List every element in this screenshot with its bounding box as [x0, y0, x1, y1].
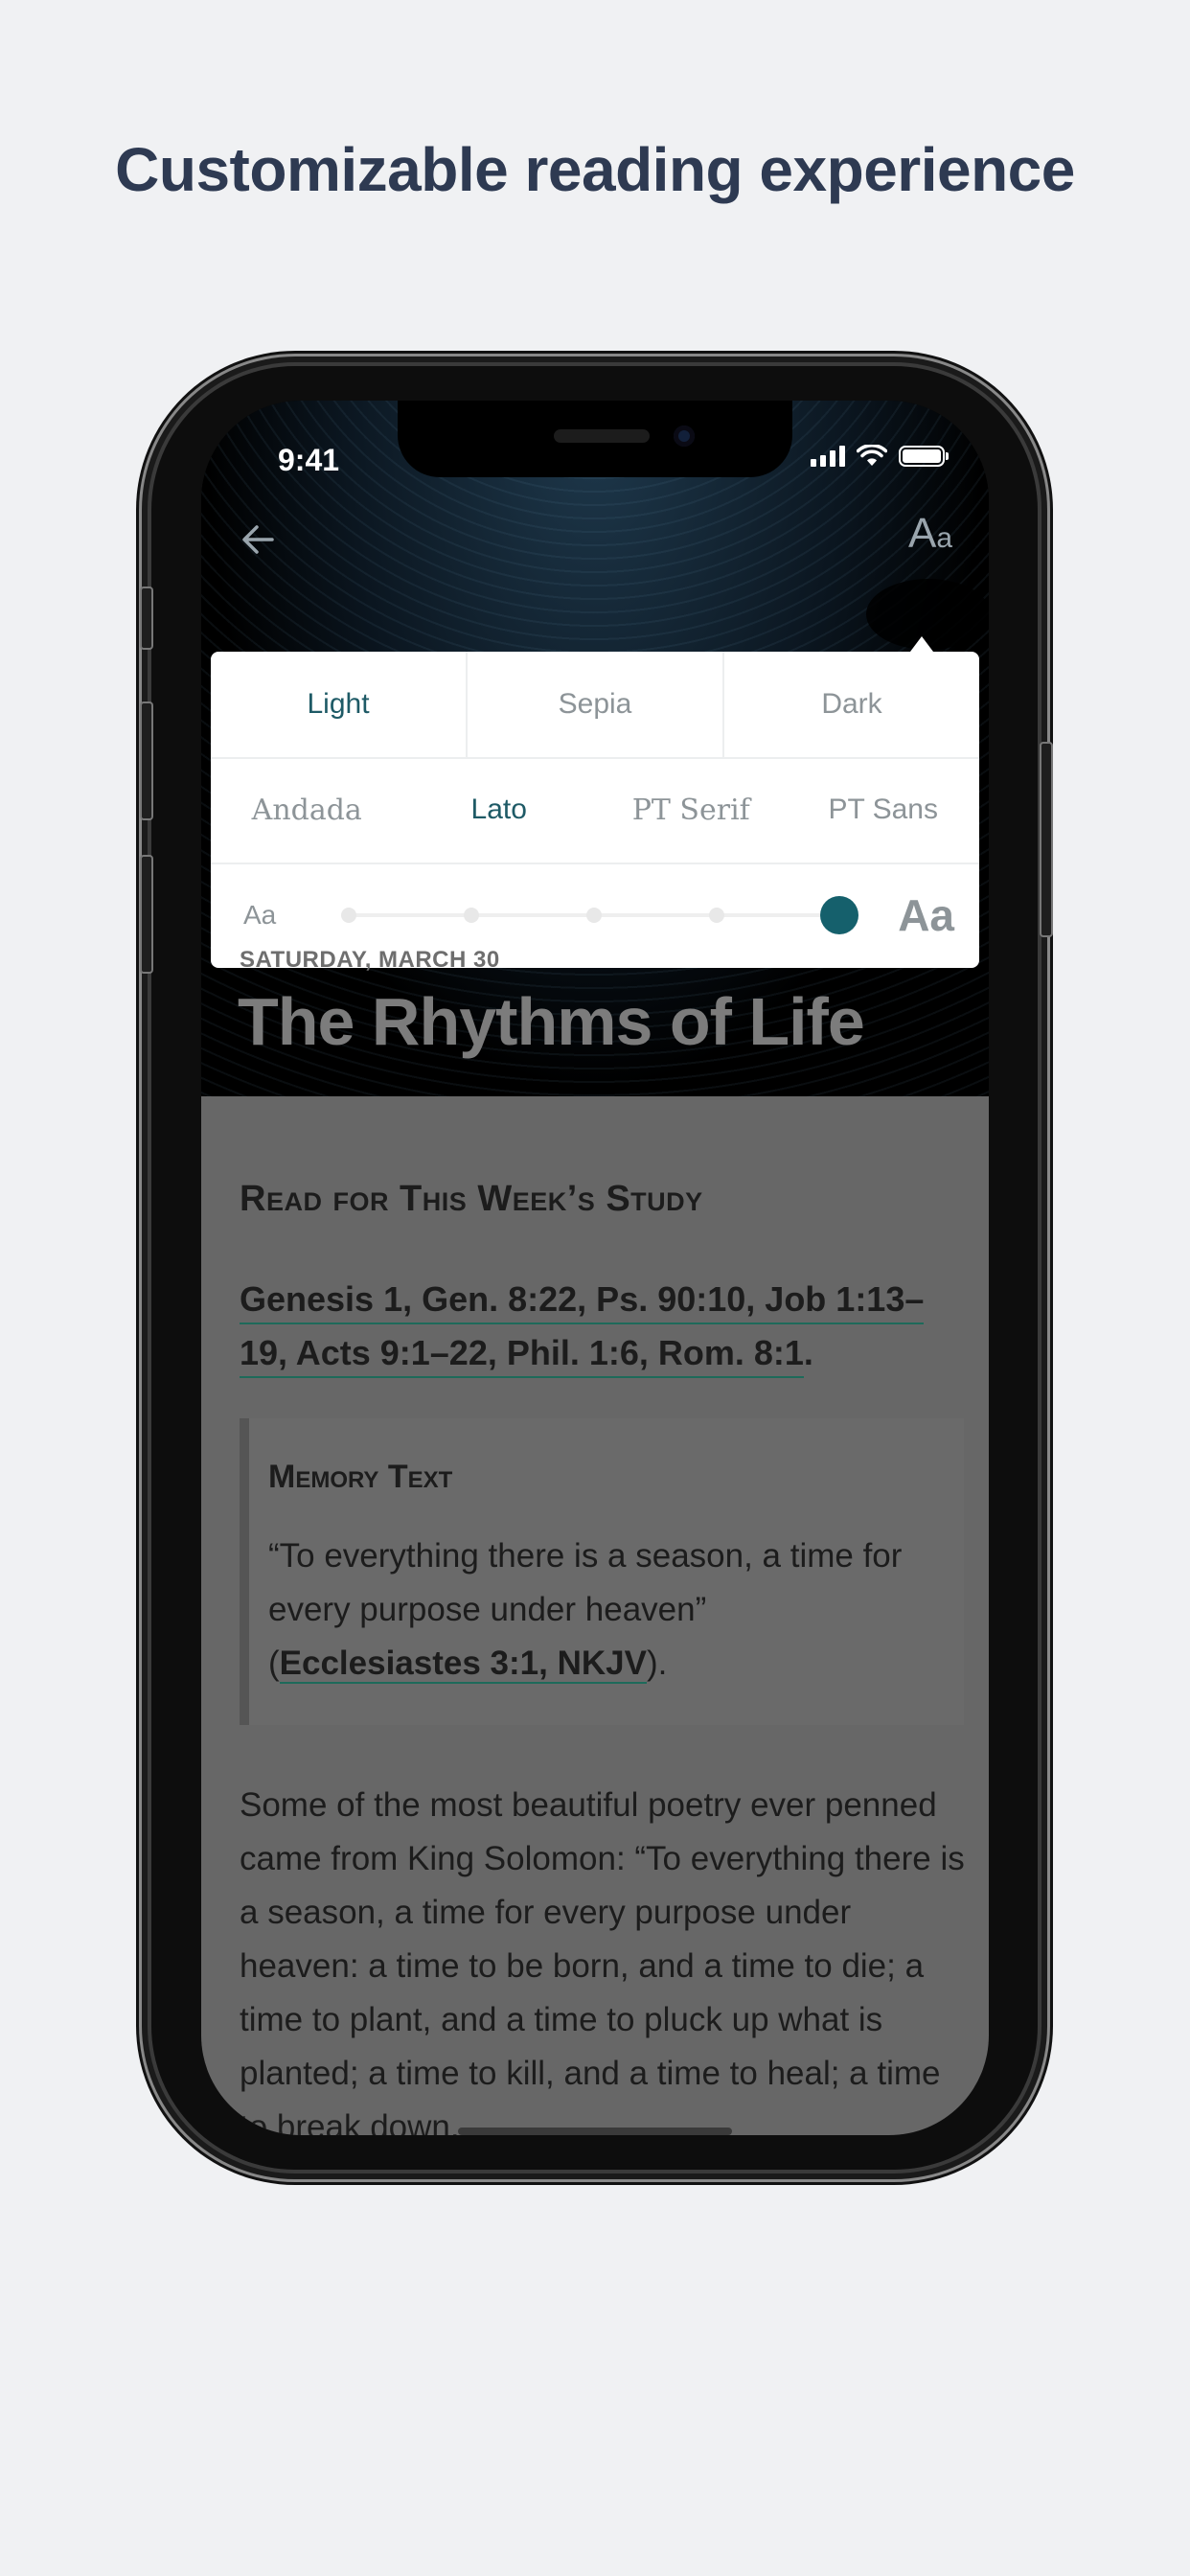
memory-quote: “To everything there is a season, a time… [268, 1537, 903, 1628]
font-andada-option[interactable]: Andada [211, 794, 403, 827]
lesson-body-text: Some of the most beautiful poetry ever p… [240, 1786, 965, 2135]
reading-settings-panel: Light Sepia Dark Andada Lato PT Serif PT… [211, 652, 979, 968]
volume-down-button [140, 855, 153, 974]
back-arrow-icon[interactable] [234, 516, 282, 564]
font-lato-option[interactable]: Lato [403, 794, 596, 826]
memory-text-quote: “To everything there is a season, a time… [268, 1530, 920, 1690]
popover-caret [910, 636, 933, 652]
font-button-large-letter: A [907, 510, 937, 557]
font-settings-button[interactable]: Aa [908, 510, 952, 558]
theme-dark-option[interactable]: Dark [722, 652, 979, 757]
font-pt-sans-option[interactable]: PT Sans [788, 794, 980, 826]
theme-selector: Light Sepia Dark [211, 652, 979, 759]
cellular-signal-icon [811, 446, 845, 467]
memory-text-block: Memory Text “To everything there is a se… [240, 1418, 964, 1725]
phone-screen: 9:41 Aa Light Sepia Dark Andada Lato PT … [201, 401, 989, 2135]
power-button [1040, 742, 1053, 937]
font-size-step[interactable] [464, 908, 479, 923]
reference-link[interactable]: Genesis 1, Gen. 8:22, Ps. 90:10, Job 1:1… [240, 1279, 925, 1324]
notch [398, 401, 792, 477]
font-size-large-label: Aa [898, 890, 954, 940]
theme-sepia-option[interactable]: Sepia [466, 652, 722, 757]
wifi-icon [857, 445, 887, 466]
theme-light-option[interactable]: Light [211, 652, 466, 757]
battery-icon [899, 446, 949, 467]
font-size-small-label: Aa [243, 900, 277, 930]
page-headline: Customizable reading experience [115, 135, 1075, 204]
status-icons [811, 445, 949, 468]
font-pt-serif-option[interactable]: PT Serif [595, 794, 788, 827]
memory-close-paren: ). [646, 1644, 668, 1682]
lesson-date: SATURDAY, MARCH 30 [240, 947, 500, 973]
phone-frame: 9:41 Aa Light Sepia Dark Andada Lato PT … [140, 366, 1053, 2170]
study-references: Genesis 1, Gen. 8:22, Ps. 90:10, Job 1:1… [240, 1273, 949, 1380]
lesson-content: Read for This Week’s Study Genesis 1, Ge… [201, 1096, 989, 2135]
volume-up-button [140, 702, 153, 820]
memory-reference-link[interactable]: Ecclesiastes 3:1, NKJV [279, 1644, 647, 1684]
font-size-step[interactable] [586, 908, 602, 923]
font-size-step[interactable] [709, 908, 724, 923]
lesson-title: The Rhythms of Life [238, 984, 865, 1059]
font-size-knob[interactable] [820, 896, 858, 934]
section-heading: Read for This Week’s Study [240, 1179, 703, 1219]
references-period: . [803, 1333, 813, 1372]
font-selector: Andada Lato PT Serif PT Sans [211, 757, 979, 864]
font-button-small-letter: a [936, 522, 952, 554]
reference-link[interactable]: 19, Acts 9:1–22, Phil. 1:6, Rom. 8:1 [240, 1333, 804, 1378]
home-indicator [458, 2128, 732, 2135]
status-time: 9:41 [278, 443, 340, 477]
silent-switch [140, 586, 153, 650]
front-camera [674, 426, 695, 447]
font-size-step[interactable] [341, 908, 356, 923]
speaker-grille [554, 429, 650, 443]
memory-text-heading: Memory Text [268, 1459, 453, 1495]
memory-open-paren: ( [268, 1644, 280, 1682]
